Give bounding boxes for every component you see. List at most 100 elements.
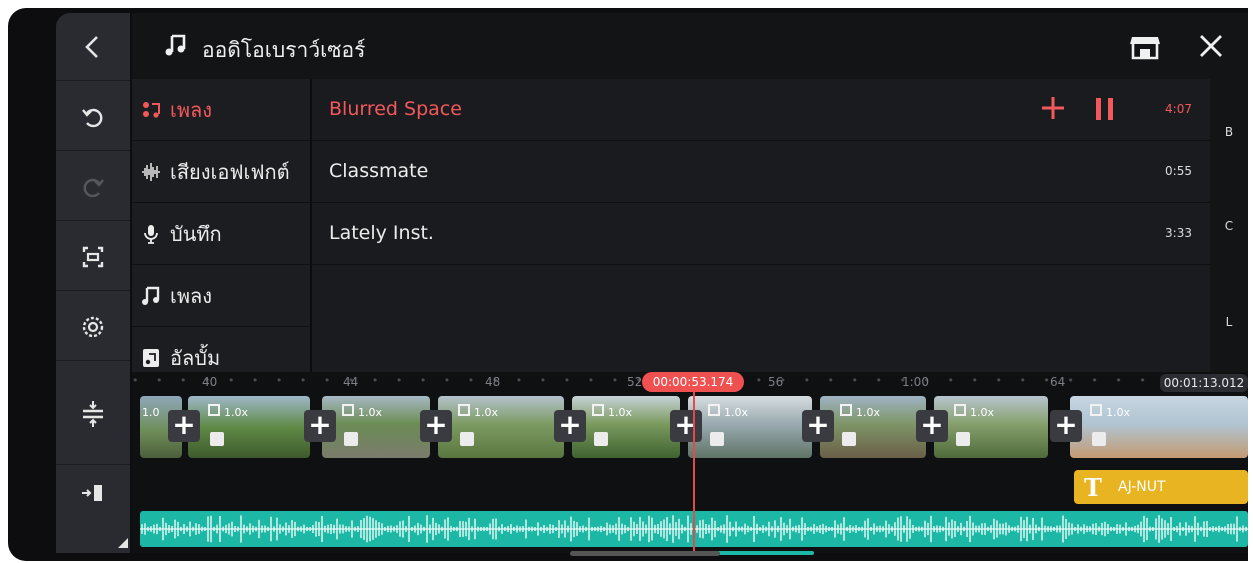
timeline-expand-button[interactable] [56, 386, 130, 442]
clip-speed-label: 1.0x [1106, 406, 1131, 419]
video-clips-track: 1.0 1.0x 1.0x 1.0x 1.0x 1.0x 1.0x 1.0x 1… [132, 396, 1248, 458]
home-indicator[interactable] [570, 551, 720, 556]
track-name: Classmate [329, 160, 429, 182]
fullscreen-button[interactable] [56, 223, 130, 291]
clip-speed-label: 1.0x [474, 406, 499, 419]
expand-tracks-icon [83, 401, 103, 427]
index-letter[interactable]: C [1210, 219, 1248, 233]
mute-icon[interactable] [210, 432, 224, 446]
jump-end-icon [82, 484, 102, 501]
clip-speed-label: 1.0x [224, 406, 249, 419]
redo-button[interactable] [56, 153, 130, 221]
timeline-toolbar [56, 372, 130, 553]
page-title: ออดิโอเบราว์เซอร์ [202, 38, 366, 62]
ruler-tick: 40 [202, 375, 218, 389]
ruler-tick: 52 [627, 375, 643, 389]
video-clip[interactable]: 1.0x [820, 396, 926, 458]
category-item-recording[interactable]: บันทึก [132, 203, 310, 265]
undo-button[interactable] [56, 83, 130, 151]
clip-speed-label: 1.0x [970, 406, 995, 419]
timeline[interactable]: • • • • • • • • • • • • • • • • • • • • … [132, 372, 1248, 553]
ruler-tick: 48 [485, 375, 501, 389]
film-icon [954, 404, 966, 416]
waveform-icon [142, 162, 160, 181]
chevron-left-icon [85, 35, 98, 58]
ruler-tick: 56 [768, 375, 784, 389]
category-label: อัลบั้ม [170, 345, 221, 370]
mute-icon[interactable] [842, 432, 856, 446]
close-icon[interactable] [1198, 33, 1224, 59]
film-icon [208, 404, 220, 416]
clip-speed-label: 1.0x [724, 406, 749, 419]
add-transition-button[interactable]: + [168, 410, 200, 442]
category-label: เพลง [170, 97, 213, 122]
undo-icon [82, 108, 103, 127]
video-clip[interactable]: 1.0x [322, 396, 430, 458]
clip-speed-label: 1.0x [358, 406, 383, 419]
mute-icon[interactable] [1092, 432, 1106, 446]
track-row[interactable]: Blurred Space 4:07 [312, 79, 1212, 141]
mute-icon[interactable] [594, 432, 608, 446]
app-window: ออดิโอเบราว์เซอร์ เพลง เสียงเอฟเฟกต์ บัน… [8, 8, 1248, 561]
alphabet-index[interactable]: B C L [1210, 79, 1248, 372]
video-clip[interactable]: 1.0x [934, 396, 1048, 458]
gear-icon [82, 316, 104, 337]
index-letter[interactable]: L [1210, 315, 1248, 329]
category-item-songs[interactable]: เพลง [132, 265, 310, 327]
category-item-sound-effects[interactable]: เสียงเอฟเฟกต์ [132, 141, 310, 203]
category-label: เพลง [170, 283, 213, 308]
film-icon [1090, 404, 1102, 416]
add-transition-button[interactable]: + [554, 410, 586, 442]
category-list: เพลง เสียงเอฟเฟกต์ บันทึก เพลง อัลบั้ม [132, 79, 310, 389]
jump-to-end-button[interactable] [56, 464, 130, 520]
category-label: เสียงเอฟเฟกต์ [170, 159, 290, 184]
mute-icon[interactable] [956, 432, 970, 446]
corner-resize-icon[interactable] [118, 538, 128, 548]
music-note-icon [142, 286, 160, 305]
add-transition-button[interactable]: + [802, 410, 834, 442]
track-row[interactable]: Classmate 0:55 [312, 141, 1212, 203]
track-duration: 4:07 [1165, 102, 1192, 116]
video-clip[interactable]: 1.0x [572, 396, 680, 458]
mute-icon[interactable] [460, 432, 474, 446]
music-note-icon [165, 34, 186, 56]
category-item-music-assets[interactable]: เพลง [132, 79, 310, 141]
album-icon [143, 348, 159, 367]
ruler-tick: 64 [1050, 375, 1066, 389]
film-icon [458, 404, 470, 416]
video-clip[interactable]: 1.0x [188, 396, 310, 458]
fullscreen-icon [82, 246, 104, 267]
end-time-badge: 00:01:13.012 [1160, 374, 1248, 392]
track-row[interactable]: Lately Inst. 3:33 [312, 203, 1212, 265]
film-icon [708, 404, 720, 416]
add-icon[interactable] [1040, 95, 1066, 121]
playhead-time-badge[interactable]: 00:00:53.174 [642, 372, 744, 392]
add-transition-button[interactable]: + [304, 410, 336, 442]
store-icon[interactable] [1128, 33, 1162, 61]
clip-speed-label: 1.0x [856, 406, 881, 419]
settings-button[interactable] [56, 293, 130, 361]
text-layer-clip[interactable]: T AJ-NUT [1074, 470, 1248, 504]
redo-icon [83, 178, 104, 197]
add-transition-button[interactable]: + [916, 410, 948, 442]
header-bar: ออดิโอเบราว์เซอร์ [132, 13, 1248, 79]
add-transition-button[interactable]: + [670, 410, 702, 442]
category-label: บันทึก [170, 221, 222, 246]
index-letter[interactable]: B [1210, 125, 1248, 139]
add-transition-button[interactable]: + [420, 410, 452, 442]
video-clip[interactable]: 1.0x [1070, 396, 1248, 458]
film-icon [840, 404, 852, 416]
back-button[interactable] [56, 13, 130, 81]
track-name: Blurred Space [329, 98, 462, 120]
mute-icon[interactable] [710, 432, 724, 446]
video-clip[interactable]: 1.0x [688, 396, 812, 458]
film-icon [592, 404, 604, 416]
add-transition-button[interactable]: + [1050, 410, 1082, 442]
text-layer-label: AJ-NUT [1118, 479, 1166, 495]
track-name: Lately Inst. [329, 222, 434, 244]
pause-icon[interactable] [1094, 96, 1116, 122]
time-ruler: • • • • • • • • • • • • • • • • • • • • … [132, 372, 1248, 392]
playhead-line[interactable] [693, 392, 695, 553]
video-clip[interactable]: 1.0x [438, 396, 564, 458]
mute-icon[interactable] [344, 432, 358, 446]
